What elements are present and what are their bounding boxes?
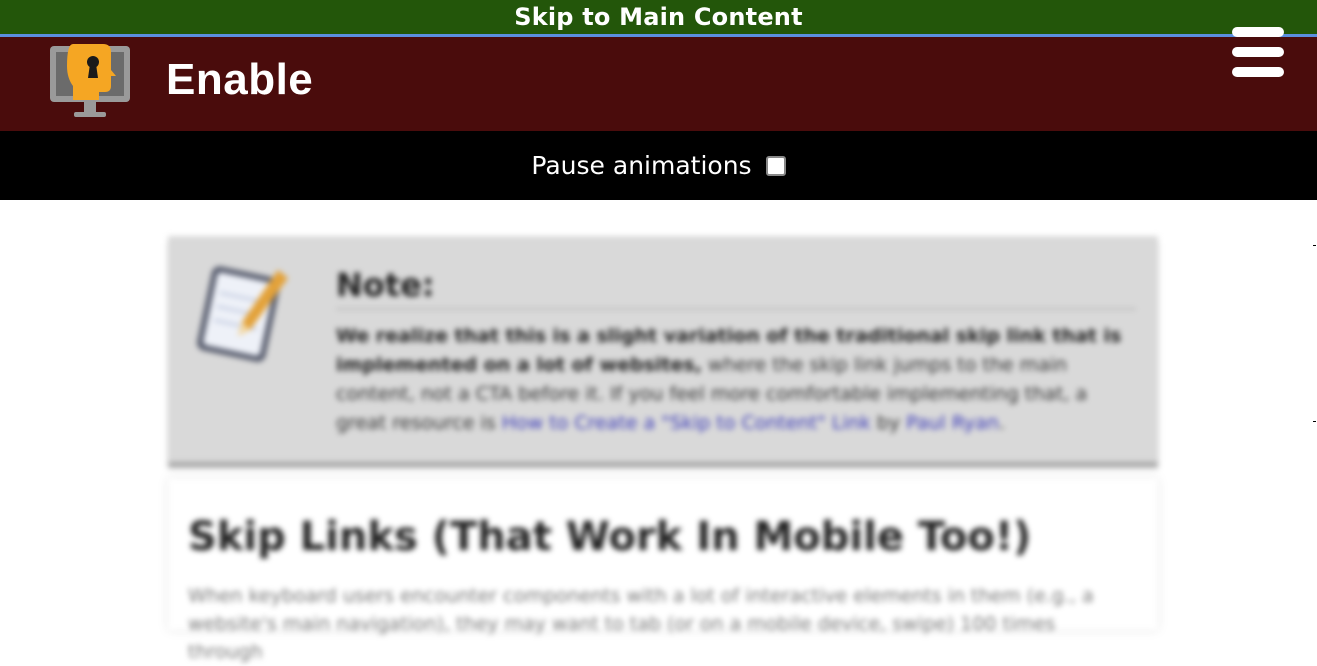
note-box: Note: We realize that this is a slight v… xyxy=(168,236,1158,462)
article-section: Skip Links (That Work In Mobile Too!) Wh… xyxy=(168,478,1158,663)
notepad-pencil-icon xyxy=(196,266,288,362)
skip-content-article-link[interactable]: How to Create a "Skip to Content" Link xyxy=(502,412,871,434)
skip-to-main-content-link[interactable]: Skip to Main Content xyxy=(514,3,803,31)
edge-tick xyxy=(1313,421,1316,422)
brand-name[interactable]: Enable xyxy=(166,55,313,105)
article-title: Skip Links (That Work In Mobile Too!) xyxy=(188,514,1032,560)
article-body: When keyboard users encounter components… xyxy=(188,585,1094,663)
note-title: Note: xyxy=(336,266,435,304)
note-text: We realize that this is a slight variati… xyxy=(336,322,1136,438)
note-divider xyxy=(336,308,1136,310)
site-header: Enable xyxy=(0,27,1317,131)
monitor-keyhole-logo[interactable] xyxy=(48,40,134,120)
pause-animations-label: Pause animations xyxy=(531,151,752,180)
note-by-text: by xyxy=(870,412,907,434)
note-end-text: . xyxy=(998,412,1005,434)
edge-tick xyxy=(1313,245,1316,246)
author-link[interactable]: Paul Ryan xyxy=(906,412,999,434)
skip-bar: Skip to Main Content xyxy=(0,0,1317,37)
hamburger-icon[interactable] xyxy=(1232,27,1286,81)
pause-animations-checkbox[interactable] xyxy=(765,155,786,176)
pause-animations-bar: Pause animations xyxy=(0,131,1317,200)
